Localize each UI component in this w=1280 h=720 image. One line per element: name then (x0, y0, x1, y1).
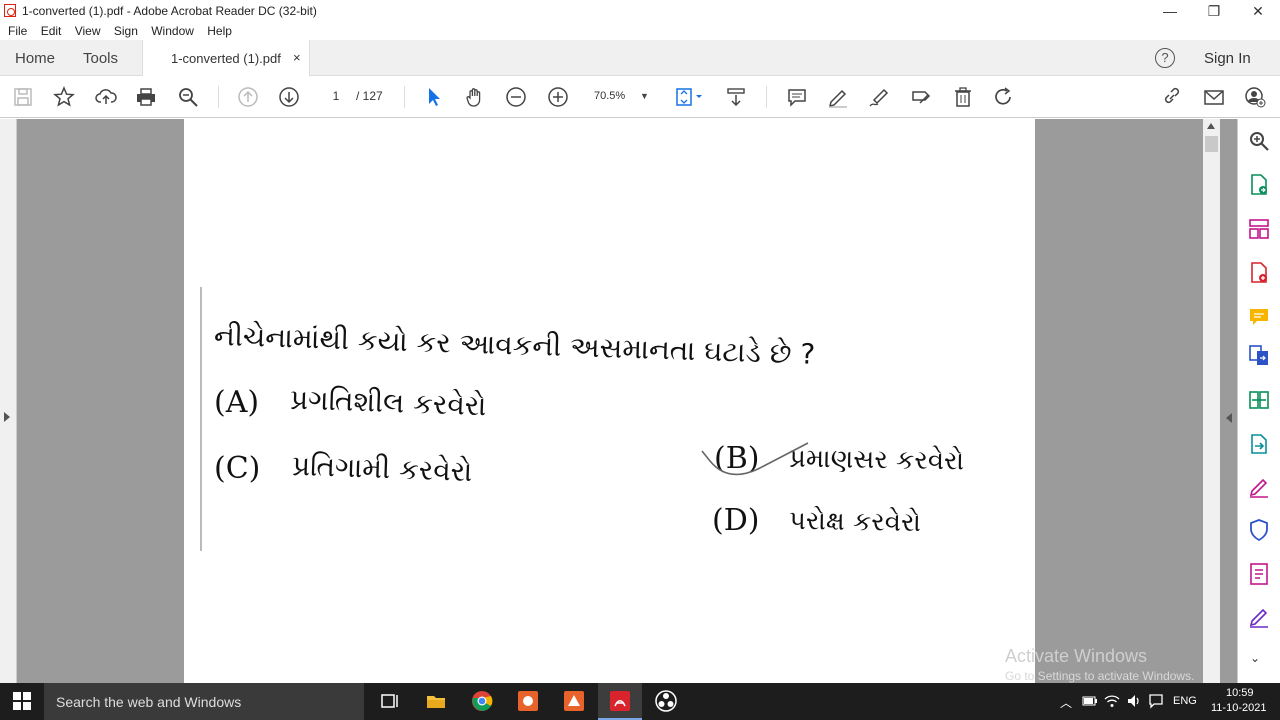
menu-help[interactable]: Help (207, 22, 232, 40)
minimize-button[interactable]: — (1148, 0, 1192, 22)
restore-button[interactable]: ❐ (1192, 0, 1236, 22)
fill-and-sign-icon[interactable] (1247, 475, 1271, 499)
question-text: નીચેનામાંથી કયો કર આવકની અસમાનતા ઘટાડે છ… (213, 319, 816, 371)
rotate-icon[interactable] (991, 85, 1015, 109)
clock-date[interactable]: 11-10-2021 (1211, 702, 1266, 714)
option-a: (A) પ્રગતિશીલ કરવેરો (214, 383, 487, 423)
upload-cloud-icon[interactable] (94, 85, 118, 109)
close-window-button[interactable]: ✕ (1236, 0, 1280, 22)
taskbar-search-placeholder: Search the web and Windows (56, 694, 242, 710)
menu-sign[interactable]: Sign (114, 22, 138, 40)
highlight-pen-icon[interactable] (826, 85, 850, 109)
activate-windows-subtext: Go to Settings to activate Windows. (1005, 669, 1195, 683)
orange-app-2-icon[interactable] (563, 690, 585, 712)
acrobat-reader-icon[interactable] (609, 690, 631, 712)
fill-sign-icon[interactable] (909, 85, 933, 109)
chrome-icon[interactable] (471, 690, 493, 712)
option-d: (D) પરોક્ષ કરવેરો (712, 503, 921, 538)
expand-left-panel-icon[interactable] (4, 412, 10, 422)
file-explorer-icon[interactable] (425, 690, 447, 712)
page-number-input[interactable]: 1 (320, 85, 352, 107)
send-for-review-icon[interactable] (1247, 432, 1271, 456)
page-total: / 127 (356, 89, 383, 103)
menu-file[interactable]: File (8, 22, 27, 40)
zoom-out-icon[interactable] (504, 85, 528, 109)
next-page-icon[interactable] (277, 85, 301, 109)
left-panel-strip[interactable] (0, 119, 17, 683)
zoom-level-select[interactable]: 70.5% ▼ (588, 85, 654, 107)
obs-studio-icon[interactable] (655, 690, 677, 712)
option-c-letter: (C) (214, 451, 261, 486)
acrobat-app-icon (4, 4, 16, 17)
taskbar-search-box[interactable]: Search the web and Windows (44, 683, 364, 720)
option-c-text: પ્રતિગામી કરવેરો (291, 448, 473, 489)
clock-time[interactable]: 10:59 (1226, 687, 1254, 699)
menu-view[interactable]: View (75, 22, 101, 40)
save-icon[interactable] (11, 85, 35, 109)
hand-tool-icon[interactable] (463, 85, 487, 109)
tab-tools[interactable]: Tools (83, 50, 118, 67)
zoom-in-icon[interactable] (546, 85, 570, 109)
export-pdf-icon[interactable] (1247, 173, 1271, 197)
tab-home[interactable]: Home (15, 50, 55, 67)
compare-files-icon[interactable] (1247, 388, 1271, 412)
scroll-mode-icon[interactable] (724, 85, 748, 109)
tab-document[interactable]: 1-converted (1).pdf × (142, 40, 310, 76)
windows-start-icon[interactable] (13, 692, 31, 710)
protect-shield-icon[interactable] (1247, 518, 1271, 542)
window-title: 1-converted (1).pdf - Adobe Acrobat Read… (22, 4, 317, 18)
previous-page-icon[interactable] (236, 85, 260, 109)
edit-pdf-icon[interactable] (1247, 562, 1271, 586)
organize-pages-icon[interactable] (1247, 217, 1271, 241)
add-user-icon[interactable] (1243, 85, 1267, 109)
create-pdf-icon[interactable] (1247, 261, 1271, 285)
print-icon[interactable] (134, 85, 158, 109)
select-cursor-icon[interactable] (422, 85, 446, 109)
orange-app-icon[interactable] (517, 690, 539, 712)
chevron-down-icon: ▼ (640, 91, 649, 101)
email-icon[interactable] (1202, 85, 1226, 109)
tick-mark-annotation (701, 442, 809, 476)
activate-windows-watermark: Activate Windows (1005, 646, 1148, 666)
delete-trash-icon[interactable] (951, 85, 975, 109)
action-center-icon[interactable] (1148, 693, 1164, 709)
option-d-text: પરોક્ષ કરવેરો (788, 505, 921, 539)
help-icon[interactable]: ? (1155, 48, 1175, 68)
bookmark-star-icon[interactable] (52, 85, 76, 109)
scrollbar-thumb[interactable] (1205, 136, 1218, 152)
vertical-scrollbar[interactable] (1203, 119, 1220, 683)
menu-edit[interactable]: Edit (41, 22, 62, 40)
task-view-icon[interactable] (379, 690, 401, 712)
tray-overflow-chevron-icon[interactable]: ︿ (1060, 694, 1072, 711)
scan-border-line (200, 287, 202, 551)
comment-tool-icon[interactable] (1247, 305, 1271, 329)
menu-window[interactable]: Window (151, 22, 194, 40)
zoom-search-icon[interactable] (176, 85, 200, 109)
close-tab-icon[interactable]: × (293, 50, 301, 65)
title-bar: 1-converted (1).pdf - Adobe Acrobat Read… (0, 0, 1280, 22)
battery-icon[interactable] (1082, 694, 1098, 708)
draw-sign-icon[interactable] (867, 85, 891, 109)
sign-in-button[interactable]: Sign In (1204, 50, 1251, 67)
input-language[interactable]: ENG (1173, 695, 1197, 707)
request-signature-icon[interactable] (1247, 605, 1271, 629)
wifi-icon[interactable] (1104, 693, 1120, 709)
option-c: (C) પ્રતિગામી કરવેરો (214, 448, 473, 489)
option-d-letter: (D) (712, 503, 760, 538)
volume-icon[interactable] (1126, 693, 1142, 709)
search-zoom-icon[interactable] (1247, 129, 1271, 153)
comment-icon[interactable] (785, 85, 809, 109)
chevron-more-tools-icon[interactable]: ⌄ (1250, 651, 1260, 665)
option-a-letter: (A) (214, 385, 260, 420)
pdf-page: નીચેનામાંથી કયો કર આવકની અસમાનતા ઘટાડે છ… (184, 119, 1035, 683)
fit-page-icon[interactable] (674, 85, 706, 109)
option-a-text: પ્રગતિશીલ કરવેરો (289, 382, 488, 423)
document-tab-label: 1-converted (1).pdf (171, 51, 281, 66)
menu-bar: File Edit View Sign Window Help (0, 22, 1280, 40)
share-link-icon[interactable] (1160, 85, 1184, 109)
combine-files-icon[interactable] (1247, 343, 1271, 367)
zoom-level-value: 70.5% (594, 90, 626, 102)
scroll-up-arrow-icon[interactable] (1207, 123, 1215, 129)
collapse-right-panel-icon[interactable] (1226, 413, 1232, 423)
